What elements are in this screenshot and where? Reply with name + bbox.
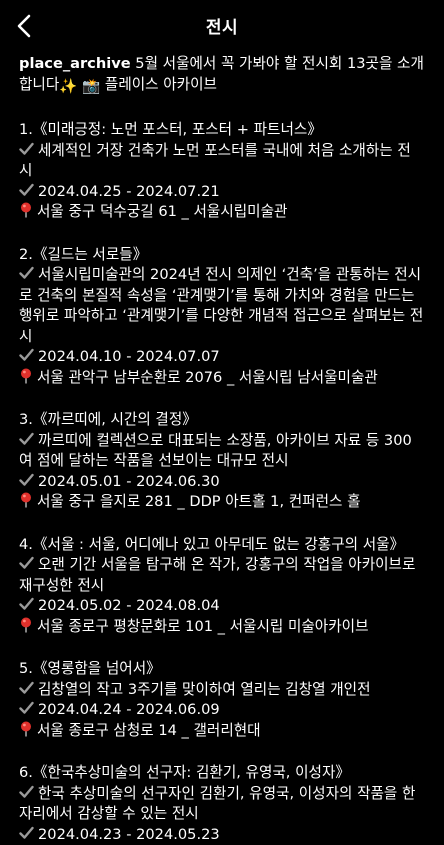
pushpin-icon — [19, 721, 33, 737]
exhibition-location-line: 서울 중구 을지로 281 _ DDP 아트홀 1, 컨퍼런스 홀 — [19, 492, 424, 513]
exhibition-title: 4.《서울 : 서울, 어디에나 있고 아무데도 없는 강홍구의 서울》 — [19, 535, 424, 556]
exhibition-description-line: 까르띠에 컬렉션으로 대표되는 소장품, 아카이브 자료 등 300여 점에 달… — [19, 431, 424, 472]
exhibition-location-line: 서울 관악구 남부순환로 2076 _ 서울시립 남서울미술관 — [19, 368, 424, 389]
pushpin-icon — [19, 368, 33, 384]
exhibition-title: 2.《길드는 서로들》 — [19, 245, 424, 266]
checkmark-icon — [19, 183, 34, 197]
exhibition-entry: 2.《길드는 서로들》 서울시립미술관의 2024년 전시 의제인 ‘건축’을 … — [19, 245, 424, 389]
exhibition-dates-line: 2024.04.24 - 2024.06.09 — [19, 700, 424, 721]
pushpin-icon — [19, 202, 33, 218]
exhibition-dates: 2024.04.23 - 2024.05.23 — [38, 826, 220, 843]
exhibition-location-line: 서울 종로구 평창문화로 101 _ 서울시립 미술아카이브 — [19, 617, 424, 638]
exhibition-location: 서울 종로구 삼청로 14 _ 갤러리현대 — [37, 722, 261, 739]
caption-tail: 플레이스 아카이브 — [100, 76, 217, 93]
exhibition-dates: 2024.05.01 - 2024.06.30 — [38, 473, 220, 490]
username-link[interactable]: place_archive — [19, 55, 131, 72]
checkmark-icon — [19, 473, 34, 487]
exhibition-entry: 4.《서울 : 서울, 어디에나 있고 아무데도 없는 강홍구의 서울》 오랜 … — [19, 535, 424, 638]
exhibition-list: 1.《미래긍정: 노먼 포스터, 포스터 + 파트너스》 세계적인 거장 건축가… — [19, 120, 424, 845]
exhibition-description: 까르띠에 컬렉션으로 대표되는 소장품, 아카이브 자료 등 300여 점에 달… — [19, 432, 412, 470]
post-caption-body: place_archive 5월 서울에서 꼭 가봐야 할 전시회 13곳을 소… — [0, 50, 444, 845]
checkmark-icon — [19, 142, 34, 156]
exhibition-description: 오랜 기간 서울을 탐구해 온 작가, 강홍구의 작업을 아카이브로 재구성한 … — [19, 556, 415, 594]
exhibition-location: 서울 종로구 평창문화로 101 _ 서울시립 미술아카이브 — [37, 618, 369, 635]
sparkles-emoji: ✨ — [59, 77, 77, 98]
exhibition-entry: 3.《까르띠에, 시간의 결정》 까르띠에 컬렉션으로 대표되는 소장품, 아카… — [19, 410, 424, 513]
checkmark-icon — [19, 597, 34, 611]
exhibition-title: 1.《미래긍정: 노먼 포스터, 포스터 + 파트너스》 — [19, 120, 424, 141]
checkmark-icon — [19, 432, 34, 446]
exhibition-dates-line: 2024.05.02 - 2024.08.04 — [19, 596, 424, 617]
checkmark-icon — [19, 266, 34, 280]
exhibition-location: 서울 중구 을지로 281 _ DDP 아트홀 1, 컨퍼런스 홀 — [37, 493, 361, 510]
pushpin-icon — [19, 492, 33, 508]
exhibition-description-line: 세계적인 거장 건축가 노먼 포스터를 국내에 처음 소개하는 전시 — [19, 141, 424, 182]
exhibition-description-line: 김창열의 작고 3주기를 맞이하여 열리는 김창열 개인전 — [19, 680, 424, 701]
checkmark-icon — [19, 681, 34, 695]
exhibition-title: 5.《영롱함을 넘어서》 — [19, 659, 424, 680]
exhibition-description: 세계적인 거장 건축가 노먼 포스터를 국내에 처음 소개하는 전시 — [19, 142, 411, 180]
exhibition-dates: 2024.05.02 - 2024.08.04 — [38, 597, 220, 614]
exhibition-description-line: 한국 추상미술의 선구자인 김환기, 유영국, 이성자의 작품을 한자리에서 감… — [19, 784, 424, 825]
exhibition-location-line: 서울 중구 덕수궁길 61 _ 서울시립미술관 — [19, 202, 424, 223]
exhibition-title: 3.《까르띠에, 시간의 결정》 — [19, 410, 424, 431]
exhibition-description-line: 오랜 기간 서울을 탐구해 온 작가, 강홍구의 작업을 아카이브로 재구성한 … — [19, 555, 424, 596]
pushpin-icon — [19, 617, 33, 633]
top-bar: 전시 — [0, 0, 444, 50]
exhibition-entry: 6.《한국추상미술의 선구자: 김환기, 유영국, 이성자》 한국 추상미술의 … — [19, 763, 424, 845]
checkmark-icon — [19, 785, 34, 799]
exhibition-dates-line: 2024.04.10 - 2024.07.07 — [19, 347, 424, 368]
exhibition-dates-line: 2024.04.25 - 2024.07.21 — [19, 182, 424, 203]
camera-emoji: 📸 — [82, 77, 100, 98]
chevron-left-icon — [17, 14, 31, 38]
exhibition-location-line: 서울 종로구 삼청로 14 _ 갤러리현대 — [19, 721, 424, 742]
page-title: 전시 — [206, 13, 238, 38]
checkmark-icon — [19, 556, 34, 570]
exhibition-dates-line: 2024.04.23 - 2024.05.23 — [19, 825, 424, 845]
exhibition-entry: 5.《영롱함을 넘어서》 김창열의 작고 3주기를 맞이하여 열리는 김창열 개… — [19, 659, 424, 741]
exhibition-description: 서울시립미술관의 2024년 전시 의제인 ‘건축’을 관통하는 전시로 건축의… — [19, 266, 423, 345]
exhibition-entry: 1.《미래긍정: 노먼 포스터, 포스터 + 파트너스》 세계적인 거장 건축가… — [19, 120, 424, 223]
checkmark-icon — [19, 826, 34, 840]
exhibition-title: 6.《한국추상미술의 선구자: 김환기, 유영국, 이성자》 — [19, 763, 424, 784]
exhibition-dates-line: 2024.05.01 - 2024.06.30 — [19, 472, 424, 493]
exhibition-location: 서울 관악구 남부순환로 2076 _ 서울시립 남서울미술관 — [37, 369, 378, 386]
exhibition-dates: 2024.04.25 - 2024.07.21 — [38, 183, 220, 200]
exhibition-description: 김창열의 작고 3주기를 맞이하여 열리는 김창열 개인전 — [38, 681, 371, 698]
exhibition-description-line: 서울시립미술관의 2024년 전시 의제인 ‘건축’을 관통하는 전시로 건축의… — [19, 265, 424, 347]
caption-intro: place_archive 5월 서울에서 꼭 가봐야 할 전시회 13곳을 소… — [19, 54, 424, 97]
checkmark-icon — [19, 701, 34, 715]
exhibition-dates: 2024.04.10 - 2024.07.07 — [38, 348, 220, 365]
checkmark-icon — [19, 348, 34, 362]
exhibition-description: 한국 추상미술의 선구자인 김환기, 유영국, 이성자의 작품을 한자리에서 감… — [19, 785, 415, 823]
back-button[interactable] — [6, 8, 42, 44]
exhibition-dates: 2024.04.24 - 2024.06.09 — [38, 701, 220, 718]
exhibition-location: 서울 중구 덕수궁길 61 _ 서울시립미술관 — [37, 203, 287, 220]
